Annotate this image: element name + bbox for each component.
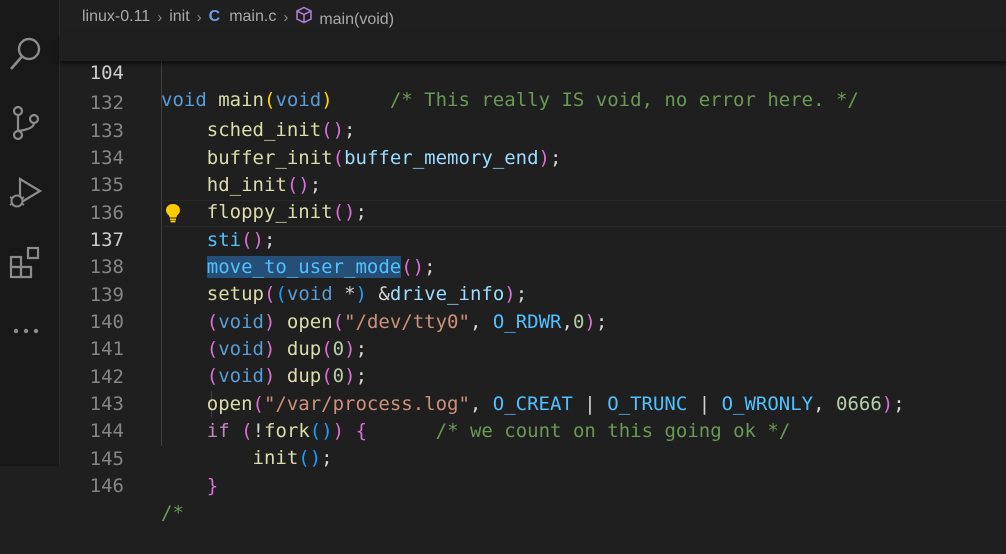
code-line[interactable]: 143 if (!fork()) { /* we count on this g… xyxy=(60,364,1006,442)
source-control-icon[interactable] xyxy=(8,105,44,141)
chevron-right-icon: › xyxy=(283,8,289,26)
code-line[interactable]: 142 open("/var/process.log", O_CREAT | O… xyxy=(60,337,1006,415)
code-line-active[interactable]: 137 move_to_user_mode(); xyxy=(60,200,1006,278)
more-icon[interactable] xyxy=(8,313,44,349)
code-line[interactable]: 139 (void) open("/dev/tty0", O_RDWR,0); xyxy=(60,255,1006,333)
line-number: 146 xyxy=(89,475,124,497)
code-line[interactable]: 132 sched_init(); xyxy=(60,63,1006,141)
code-text: /* xyxy=(161,500,184,527)
token-bracket: ( xyxy=(263,89,276,111)
code-line[interactable]: 146 /* xyxy=(60,446,1006,524)
code-line[interactable]: 134 hd_init(); xyxy=(60,118,1006,196)
search-icon[interactable] xyxy=(8,36,44,72)
code-line[interactable]: 145 } xyxy=(60,419,1006,497)
breadcrumb-folder[interactable]: linux-0.11 xyxy=(82,8,150,26)
sticky-line: 104 void main(void) /* This really IS vo… xyxy=(60,33,1006,111)
code-line[interactable]: 138 setup((void *) &drive_info); xyxy=(60,227,1006,305)
breadcrumb: linux-0.11 › init › Cmain.c › main(void) xyxy=(82,5,394,29)
code-line[interactable]: 135 floppy_init(); xyxy=(60,145,1006,223)
code-line[interactable]: 140 (void) dup(0); xyxy=(60,282,1006,360)
code-line[interactable]: 141 (void) dup(0); xyxy=(60,309,1006,387)
code-text: void main(void) /* This really IS void, … xyxy=(161,87,859,114)
code-line[interactable]: 144 init(); xyxy=(60,391,1006,469)
code-text: } xyxy=(161,473,218,500)
lightbulb-icon[interactable] xyxy=(163,202,183,224)
breadcrumb-symbol[interactable]: main(void) xyxy=(295,6,394,29)
breadcrumb-subfolder[interactable]: init xyxy=(169,8,189,26)
breadcrumb-symbol-label: main(void) xyxy=(319,10,395,28)
token-comment: /* xyxy=(161,502,184,524)
token-comment: /* This really IS void, no error here. *… xyxy=(389,89,859,111)
token-bracket: ) xyxy=(321,89,333,111)
line-number: 104 xyxy=(89,62,124,84)
breadcrumb-file-label: main.c xyxy=(229,8,277,25)
editor: linux-0.11 › init › Cmain.c › main(void)… xyxy=(60,0,1006,524)
token-function: main xyxy=(218,89,264,111)
run-debug-icon[interactable] xyxy=(8,175,44,211)
code-line[interactable]: 136 sti(); xyxy=(60,173,1006,251)
activity-bar xyxy=(0,0,60,466)
symbol-method-icon xyxy=(295,6,313,24)
token-keyword: void xyxy=(161,89,207,111)
chevron-right-icon: › xyxy=(196,8,202,26)
chevron-right-icon: › xyxy=(157,8,163,26)
token-keyword: void xyxy=(275,89,322,111)
token-bracket: } xyxy=(206,475,219,497)
c-file-icon: C xyxy=(208,8,221,25)
sticky-scroll-header[interactable]: 104 void main(void) /* This really IS vo… xyxy=(60,33,1006,111)
breadcrumb-file[interactable]: Cmain.c xyxy=(209,8,277,26)
extensions-icon[interactable] xyxy=(8,245,44,281)
